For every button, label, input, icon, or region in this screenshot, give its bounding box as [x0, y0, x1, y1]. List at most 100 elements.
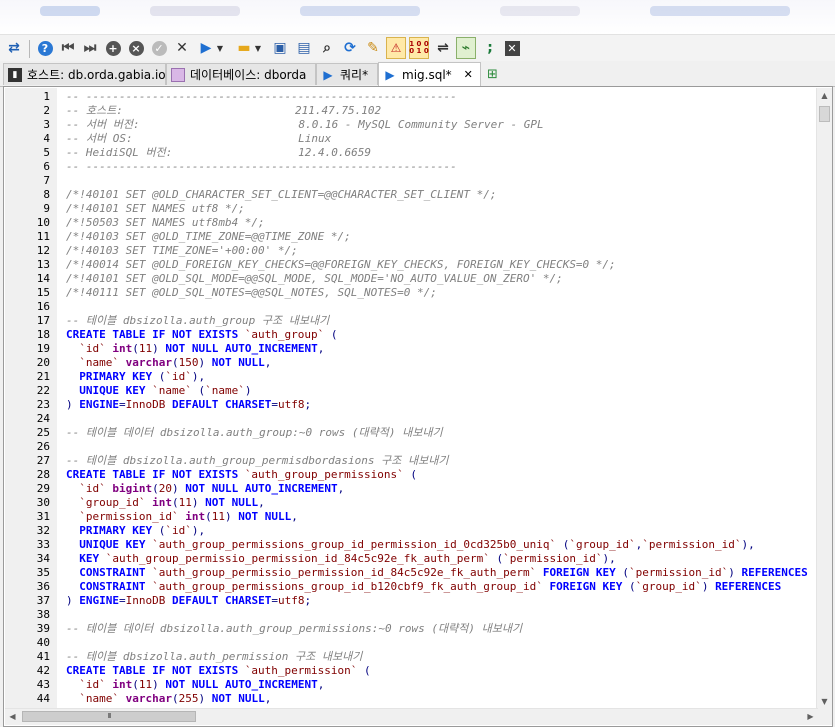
clear-icon[interactable]: ✎	[363, 37, 383, 59]
code-text: PRIMARY KEY (`id`),	[79, 370, 206, 383]
line-number: 26	[36, 440, 50, 453]
code-line[interactable]: 38	[5, 608, 818, 622]
code-line[interactable]: 24	[5, 412, 818, 426]
code-line[interactable]: 20 `name` varchar(150) NOT NULL,	[5, 356, 818, 370]
new-tab-icon[interactable]: ⊞	[485, 63, 505, 85]
line-number: 15	[36, 286, 50, 299]
vertical-scroll-thumb[interactable]	[819, 106, 830, 122]
code-text: CREATE TABLE IF NOT EXISTS `auth_group` …	[66, 328, 338, 341]
tab-label: 호스트: db.orda.gabia.io	[27, 68, 166, 82]
help-icon[interactable]: ?	[35, 37, 55, 59]
horizontal-scrollbar[interactable]: ◀ III ▶	[5, 708, 818, 725]
code-line[interactable]: 28 CREATE TABLE IF NOT EXISTS `auth_group…	[5, 468, 818, 482]
code-line[interactable]: 5 -- HeidiSQL 버전: 12.4.0.6659	[5, 146, 818, 160]
vertical-scrollbar[interactable]: ▲ ▼	[816, 88, 832, 709]
save-icon[interactable]: ▣	[270, 37, 290, 59]
replace-icon[interactable]: ⟳	[340, 37, 360, 59]
last-icon[interactable]: ⏭	[80, 37, 100, 59]
code-line[interactable]: 35 CONSTRAINT `auth_group_permissio_perm…	[5, 566, 818, 580]
code-line[interactable]: 31 `permission_id` int(11) NOT NULL,	[5, 510, 818, 524]
code-line[interactable]: 27 -- 테이블 dbsizolla.auth_group_permisdbor…	[5, 454, 818, 468]
chevron-down-icon[interactable]: ▼	[214, 37, 226, 59]
first-icon[interactable]: ⏮	[58, 37, 78, 59]
format-icon[interactable]: ⌁	[456, 37, 476, 59]
code-line[interactable]: 36 CONSTRAINT `auth_group_permissions_gr…	[5, 580, 818, 594]
scroll-right-icon[interactable]: ▶	[803, 709, 818, 724]
run-icon[interactable]: ▶	[196, 37, 216, 59]
scroll-down-icon[interactable]: ▼	[817, 694, 832, 709]
line-number: 42	[36, 664, 50, 677]
code-text: -- 서버 OS: Linux	[66, 132, 332, 145]
code-line[interactable]: 6 -- ------------------------------------…	[5, 160, 818, 174]
search-icon[interactable]: ⌕	[317, 37, 337, 59]
code-text: /*!40101 SET @OLD_SQL_MODE=@@SQL_MODE, S…	[66, 272, 563, 285]
code-line[interactable]: 1 -- ------------------------------------…	[5, 90, 818, 104]
tab-host[interactable]: ▮ 호스트: db.orda.gabia.io	[3, 63, 166, 85]
code-line[interactable]: 29 `id` bigint(20) NOT NULL AUTO_INCREME…	[5, 482, 818, 496]
code-line[interactable]: 18 CREATE TABLE IF NOT EXISTS `auth_group…	[5, 328, 818, 342]
code-line[interactable]: 11 /*!40103 SET @OLD_TIME_ZONE=@@TIME_ZON…	[5, 230, 818, 244]
code-text: /*!40103 SET @OLD_TIME_ZONE=@@TIME_ZONE …	[66, 230, 351, 243]
tab-query[interactable]: ▶ 쿼리*	[316, 63, 378, 85]
code-line[interactable]: 41 -- 테이블 dbsizolla.auth_permission 구조 내보…	[5, 650, 818, 664]
wrap-icon[interactable]: ⇌	[433, 37, 453, 59]
warning-icon[interactable]: ⚠	[386, 37, 406, 59]
scroll-up-icon[interactable]: ▲	[817, 88, 832, 103]
code-text: PRIMARY KEY (`id`),	[79, 524, 206, 537]
code-line[interactable]: 13 /*!40014 SET @OLD_FOREIGN_KEY_CHECKS=@…	[5, 258, 818, 272]
code-text: -- 서버 버전: 8.0.16 - MySQL Community Serve…	[66, 118, 544, 131]
code-line[interactable]: 2 -- 호스트: 211.47.75.102	[5, 104, 818, 118]
sql-editor[interactable]: 1 -- ------------------------------------…	[5, 88, 818, 709]
tab-mig-sql[interactable]: ▶ mig.sql* ✕	[378, 62, 481, 86]
code-line[interactable]: 34 KEY `auth_group_permissio_permission_…	[5, 552, 818, 566]
code-line[interactable]: 43 `id` int(11) NOT NULL AUTO_INCREMENT,	[5, 678, 818, 692]
code-line[interactable]: 42 CREATE TABLE IF NOT EXISTS `auth_permi…	[5, 664, 818, 678]
save-as-icon[interactable]: ▤	[294, 37, 314, 59]
code-line[interactable]: 22 UNIQUE KEY `name` (`name`)	[5, 384, 818, 398]
code-line[interactable]: 23) ENGINE=InnoDB DEFAULT CHARSET=utf8;	[5, 398, 818, 412]
code-line[interactable]: 12 /*!40103 SET TIME_ZONE='+00:00' */;	[5, 244, 818, 258]
code-line[interactable]: 39 -- 테이블 데이터 dbsizolla.auth_group_permis…	[5, 622, 818, 636]
code-line[interactable]: 44 `name` varchar(255) NOT NULL,	[5, 692, 818, 706]
line-number: 1	[43, 90, 50, 103]
code-line[interactable]: 15 /*!40111 SET @OLD_SQL_NOTES=@@SQL_NOTE…	[5, 286, 818, 300]
blurred-content	[500, 6, 580, 16]
code-line[interactable]: 32 PRIMARY KEY (`id`),	[5, 524, 818, 538]
binary-icon[interactable]: 1 0 0 0 1 0	[409, 37, 429, 59]
code-line[interactable]: 4 -- 서버 OS: Linux	[5, 132, 818, 146]
code-text: CONSTRAINT `auth_group_permissio_permiss…	[79, 566, 808, 579]
code-line[interactable]: 17 -- 테이블 dbsizolla.auth_group 구조 내보내기	[5, 314, 818, 328]
close-icon[interactable]: ✕	[502, 37, 522, 59]
code-line[interactable]: 14 /*!40101 SET @OLD_SQL_MODE=@@SQL_MODE,…	[5, 272, 818, 286]
check-icon[interactable]: ✓	[149, 37, 169, 59]
code-line[interactable]: 25 -- 테이블 데이터 dbsizolla.auth_group:~0 row…	[5, 426, 818, 440]
add-icon[interactable]: +	[103, 37, 123, 59]
chevron-down-icon[interactable]: ▼	[252, 37, 264, 59]
code-line[interactable]: 10 /*!50503 SET NAMES utf8mb4 */;	[5, 216, 818, 230]
code-line[interactable]: 26	[5, 440, 818, 454]
code-line[interactable]: 37) ENGINE=InnoDB DEFAULT CHARSET=utf8;	[5, 594, 818, 608]
cancel-icon[interactable]: ✕	[172, 37, 192, 59]
code-line[interactable]: 3 -- 서버 버전: 8.0.16 - MySQL Community Serv…	[5, 118, 818, 132]
code-text: -- 테이블 dbsizolla.auth_group_permisdborda…	[66, 454, 449, 467]
code-line[interactable]: 7	[5, 174, 818, 188]
code-line[interactable]: 30 `group_id` int(11) NOT NULL,	[5, 496, 818, 510]
tab-close-icon[interactable]: ✕	[464, 68, 473, 81]
semicolon-icon[interactable]: ;	[480, 37, 500, 59]
stop-icon[interactable]: ×	[126, 37, 146, 59]
scroll-left-icon[interactable]: ◀	[5, 709, 20, 724]
line-number: 21	[36, 370, 50, 383]
code-line[interactable]: 21 PRIMARY KEY (`id`),	[5, 370, 818, 384]
blurred-content	[40, 6, 100, 16]
code-line[interactable]: 33 UNIQUE KEY `auth_group_permissions_gr…	[5, 538, 818, 552]
tab-database[interactable]: 데이터베이스: dborda	[166, 63, 316, 85]
code-line[interactable]: 16	[5, 300, 818, 314]
swap-icon[interactable]: ⇄	[4, 37, 24, 59]
code-line[interactable]: 9 /*!40101 SET NAMES utf8 */;	[5, 202, 818, 216]
code-line[interactable]: 8 /*!40101 SET @OLD_CHARACTER_SET_CLIENT=…	[5, 188, 818, 202]
code-line[interactable]: 19 `id` int(11) NOT NULL AUTO_INCREMENT,	[5, 342, 818, 356]
code-text: UNIQUE KEY `auth_group_permissions_group…	[79, 538, 755, 551]
horizontal-scroll-thumb[interactable]: III	[22, 711, 196, 722]
folder-icon[interactable]: ▬	[234, 37, 254, 59]
code-line[interactable]: 40	[5, 636, 818, 650]
